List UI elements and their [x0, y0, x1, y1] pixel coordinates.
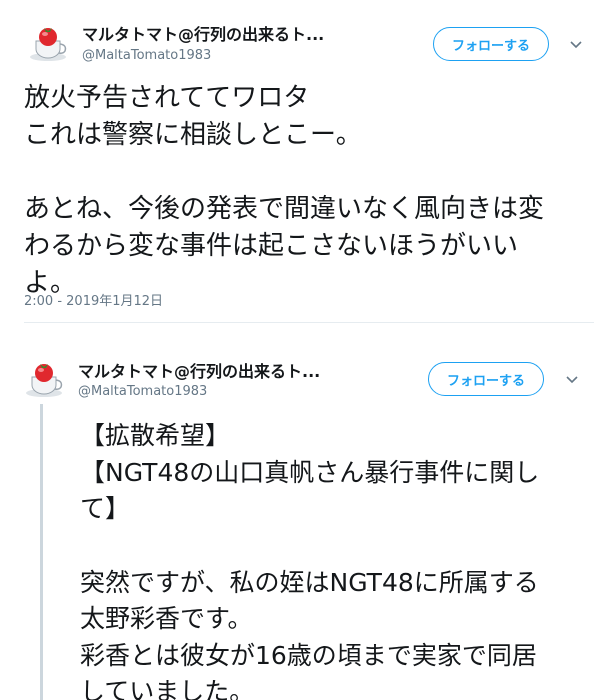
- tweet-text-line: あとね、今後の発表で間違いなく風向きは変: [24, 194, 545, 224]
- tweet-text-line: 【拡散希望】: [80, 421, 231, 450]
- tweet-text-line: していました。: [80, 677, 255, 700]
- tweet-text-line: わるから変な事件は起こさないほうがいい: [24, 231, 519, 261]
- display-name[interactable]: マルタトマト@行列の出来るト...: [82, 21, 324, 45]
- tweet-text-line: 突然ですが、私の姪はNGT48に所属する: [80, 567, 539, 597]
- display-name[interactable]: マルタトマト@行列の出来るト...: [78, 358, 320, 382]
- chevron-down-icon[interactable]: [562, 370, 582, 390]
- tweet-text: 【拡散希望】 【NGT48の山口真帆さん暴行事件に関し て】 突然ですが、私の姪…: [80, 418, 600, 700]
- tweet-text: 放火予告されててワロタ これは警察に相談しとこー。 あとね、今後の発表で間違いな…: [24, 80, 594, 302]
- avatar[interactable]: [20, 353, 70, 403]
- avatar[interactable]: [24, 17, 74, 67]
- tweet-text-line: 太野彩香です。: [80, 604, 253, 633]
- chevron-down-icon[interactable]: [566, 35, 586, 55]
- follow-button[interactable]: フォローする: [433, 27, 549, 61]
- follow-button[interactable]: フォローする: [428, 362, 544, 396]
- user-handle[interactable]: @MaltaTomato1983: [78, 384, 207, 399]
- tweet-text-line: て】: [80, 494, 131, 523]
- tweet-text-line: 彩香とは彼女が16歳の頃まで実家で同居: [80, 640, 537, 670]
- tweet-text-line: 放火予告されててワロタ: [24, 83, 310, 113]
- tweet: マルタトマト@行列の出来るト... @MaltaTomato1983 フォローす…: [0, 0, 616, 323]
- tweet-timestamp[interactable]: 2:00 - 2019年1月12日: [24, 290, 163, 309]
- tweet-text-line: 【NGT48の山口真帆さん暴行事件に関し: [80, 457, 540, 487]
- tweet-text-line: これは警察に相談しとこー。: [24, 120, 362, 150]
- user-handle[interactable]: @MaltaTomato1983: [82, 48, 211, 63]
- thread-connector-line: [40, 404, 43, 700]
- tomato-cup-icon: [24, 17, 74, 67]
- divider: [24, 322, 594, 323]
- tomato-cup-icon: [20, 353, 70, 403]
